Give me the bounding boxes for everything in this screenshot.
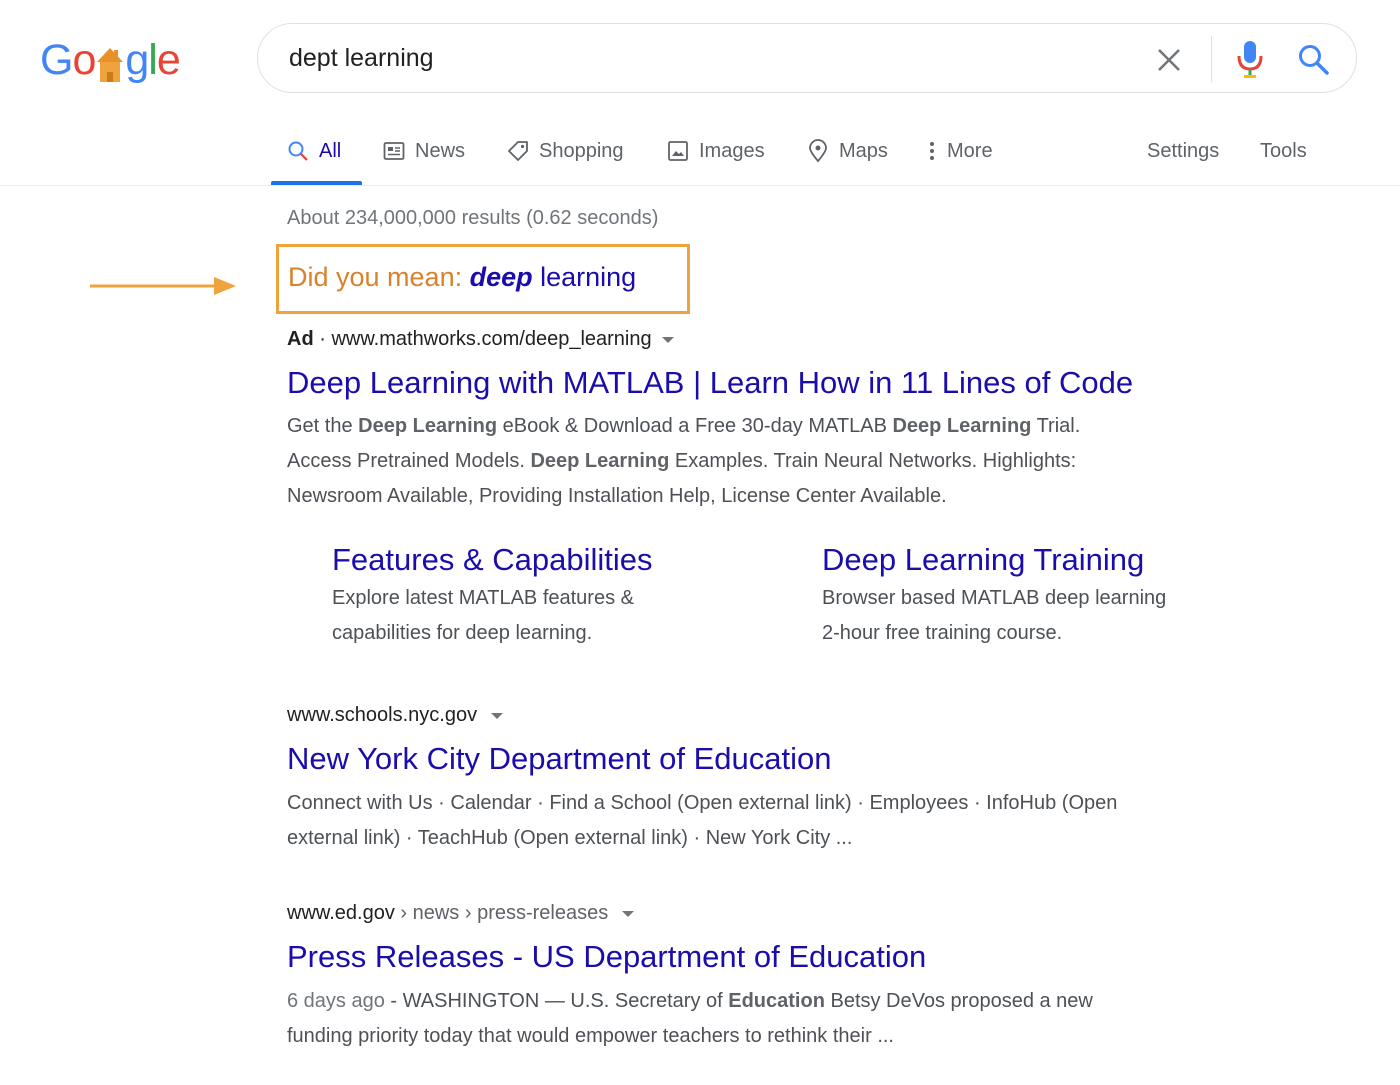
suggestion-bold-word: deep [469,262,533,292]
result-url-line: www.schools.nyc.gov [287,704,504,727]
house-icon [96,44,124,84]
close-icon [1158,49,1180,71]
result-snippet-line: Connect with Us · Calendar · Find a Scho… [287,792,1118,814]
did-you-mean: Did you mean: deep learning [288,262,636,293]
ad-snippet-line-3: Newsroom Available, Providing Installati… [287,485,947,507]
tab-maps-label: Maps [839,139,888,162]
tab-shopping-label: Shopping [539,139,624,162]
map-pin-icon [809,139,827,163]
ad-url: www.mathworks.com/deep_learning [331,328,652,350]
ad-url-line: Ad · www.mathworks.com/deep_learning [287,328,674,351]
tab-news[interactable]: News [383,136,465,166]
search-button[interactable] [1296,42,1332,78]
sitelink-features-desc: Explore latest MATLAB features & capabil… [332,581,752,651]
sitelink-training-desc: Browser based MATLAB deep learning 2-hou… [822,581,1262,651]
result-snippet-line: external link) · TeachHub (Open external… [287,827,853,849]
settings-link[interactable]: Settings [1147,136,1219,166]
more-vert-icon [930,142,934,160]
did-you-mean-prefix: Did you mean: [288,262,470,292]
search-box [257,23,1357,93]
tab-all-label: All [319,139,342,162]
result-options-caret-icon[interactable] [622,910,635,917]
tab-news-label: News [415,139,466,162]
sitelink-desc-line: Browser based MATLAB deep learning [822,587,1167,609]
result-snippet-line: funding priority today that would empowe… [287,1025,894,1047]
logo-letter-g: G [40,36,73,84]
sitelink-desc-line: capabilities for deep learning. [332,622,593,644]
ad-snippet: Get the Deep Learning eBook & Download a… [287,409,1237,514]
spelling-suggestion-link[interactable]: deep learning [470,262,637,292]
ad-snippet-line-1: Get the Deep Learning eBook & Download a… [287,415,1081,437]
logo-letter-l: l [148,36,158,84]
suggestion-rest: learning [532,262,637,292]
tab-more[interactable]: More [927,136,993,166]
voice-search-button[interactable] [1234,39,1266,79]
sitelink-desc-line: Explore latest MATLAB features & [332,587,634,609]
result-breadcrumb: › news › press-releases [394,902,609,924]
result-url-line: www.ed.gov › news › press-releases [287,902,635,925]
nav-divider [0,185,1400,186]
logo-letter-e: e [156,36,181,84]
ad-snippet-line-2: Access Pretrained Models. Deep Learning … [287,450,1077,472]
sitelink-features[interactable]: Features & Capabilities [332,542,653,578]
tab-shopping[interactable]: Shopping [507,136,624,166]
tag-icon [508,141,528,161]
tab-maps[interactable]: Maps [807,136,888,166]
ad-label: Ad [287,328,314,350]
microphone-icon [1237,41,1263,78]
result-url: www.schools.nyc.gov [287,704,478,726]
result-snippet: Connect with Us · Calendar · Find a Scho… [287,786,1287,856]
clear-button[interactable] [1153,44,1185,76]
logo-letter-o: o [72,36,96,84]
ad-separator: · [313,328,332,350]
result-stats: About 234,000,000 results (0.62 seconds) [287,207,659,229]
search-icon [288,141,308,161]
result-snippet: 6 days ago - WASHINGTON — U.S. Secretary… [287,984,1287,1054]
result-date: 6 days ago [287,990,385,1012]
search-input[interactable] [289,44,1089,73]
image-icon [668,141,688,161]
search-icon [1299,45,1329,75]
tab-all[interactable]: All [287,136,341,166]
sitelink-desc-line: 2-hour free training course. [822,622,1063,644]
google-logo[interactable]: G o g l e [40,34,181,86]
result-url: www.ed.gov [287,902,395,924]
result-title-link[interactable]: Press Releases - US Department of Educat… [287,939,926,975]
sitelink-training[interactable]: Deep Learning Training [822,542,1144,578]
tab-more-label: More [947,139,993,162]
arrow-annotation-icon [90,277,236,295]
result-title-link[interactable]: New York City Department of Education [287,741,832,777]
result-options-caret-icon[interactable] [491,712,504,719]
ad-title-link[interactable]: Deep Learning with MATLAB | Learn How in… [287,365,1133,401]
ad-options-caret-icon[interactable] [661,336,674,343]
tools-link[interactable]: Tools [1260,136,1307,166]
result-snippet-line: 6 days ago - WASHINGTON — U.S. Secretary… [287,990,1093,1012]
logo-letter-g2: g [125,36,149,84]
news-icon [383,142,405,160]
tab-images-label: Images [699,139,765,162]
search-divider [1211,36,1212,82]
tab-images[interactable]: Images [667,136,765,166]
